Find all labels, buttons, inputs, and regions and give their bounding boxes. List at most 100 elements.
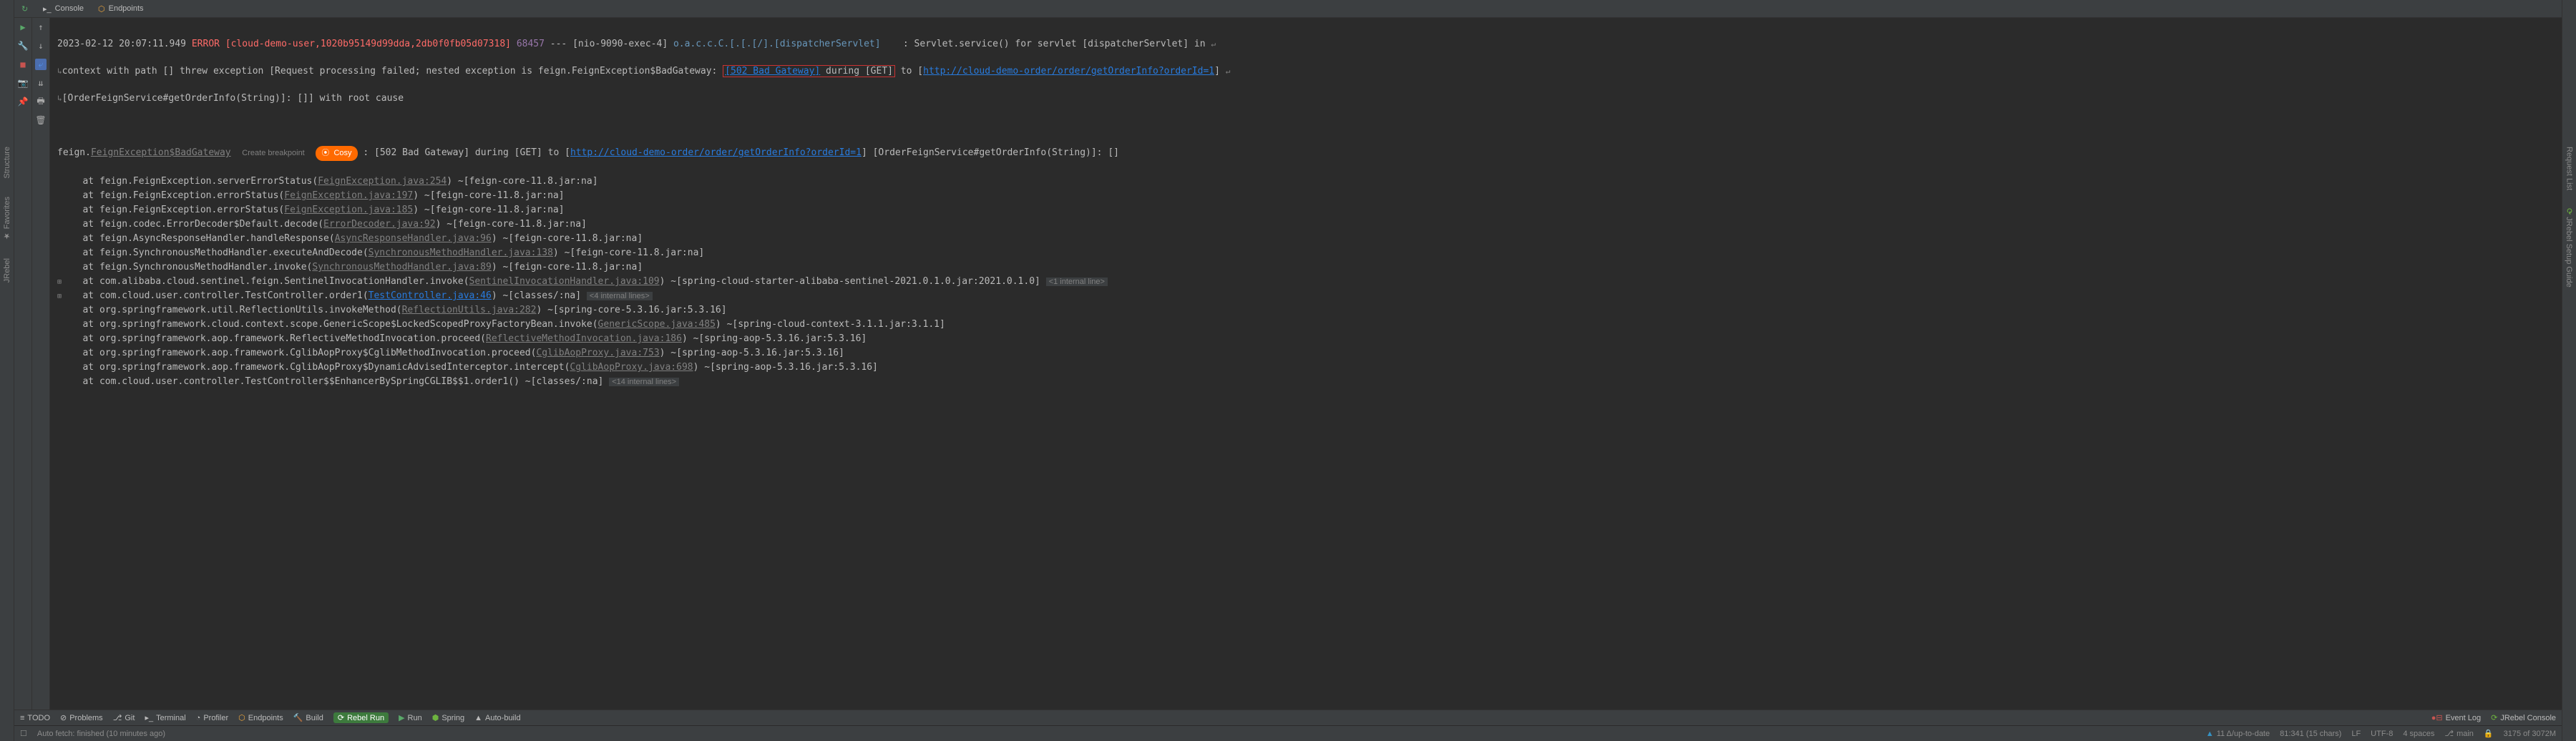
error-highlight-box: [502 Bad Gateway] during [GET] [723,65,895,77]
terminal-icon: ▸_ [43,4,52,14]
wrench-icon[interactable]: 🔧 [17,40,29,51]
cosy-badge[interactable]: ⦿ Cosy [316,146,357,161]
git-branch[interactable]: ⎇ main [2444,729,2474,738]
terminal-tab[interactable]: ▸_ Terminal [145,713,185,722]
problems-tab[interactable]: ⊘ Problems [60,713,103,722]
feign-url-link[interactable]: http://cloud-demo-order/order/getOrderIn… [923,66,1214,77]
favorites-tab[interactable]: ★ Favorites [2,193,11,244]
source-link[interactable]: SentinelInvocationHandler.java:109 [469,276,660,287]
exception-class-link[interactable]: FeignException$BadGateway [91,147,231,158]
endpoints-bottom-tab[interactable]: ⬡ Endpoints [238,713,283,722]
stack-frame: at feign.codec.ErrorDecoder$Default.deco… [57,217,2555,232]
lock-icon[interactable]: 🔒 [2484,729,2494,738]
line-separator[interactable]: LF [2351,730,2361,738]
stack-frame: at com.cloud.user.controller.TestControl… [57,375,2555,389]
wrap-indicator-icon: ↵ [1211,39,1216,49]
auto-build-tab[interactable]: ▲ Auto-build [474,714,520,722]
todo-tab[interactable]: ≡ TODO [20,714,50,722]
internal-lines-badge[interactable]: <14 internal lines> [609,378,679,386]
endpoints-tab[interactable]: ⬡ Endpoints [98,4,144,14]
memory-indicator[interactable]: 3175 of 3072M [2504,730,2556,738]
stack-frame: at org.springframework.util.ReflectionUt… [57,303,2555,318]
stack-frame: at feign.AsyncResponseHandler.handleResp… [57,232,2555,246]
bad-gateway-link[interactable]: [502 Bad Gateway] [725,66,820,77]
internal-lines-badge[interactable]: <4 internal lines> [587,292,653,300]
stack-frame: at org.springframework.aop.framework.Cgl… [57,360,2555,375]
console-tab-label: Console [55,4,84,13]
up-icon[interactable]: ↑ [35,21,47,33]
caret-position[interactable]: 81:341 (15 chars) [2280,730,2341,738]
status-bar: ☐ Auto fetch: finished (10 minutes ago) … [14,725,2562,741]
log-timestamp: 2023-02-12 20:07:11.949 [57,39,186,49]
request-list-tab[interactable]: Request List [2565,143,2574,194]
rebel-run-tab[interactable]: ⟳ Rebel Run [333,712,389,723]
source-link[interactable]: CglibAopProxy.java:753 [536,348,659,358]
source-link[interactable]: ReflectiveMethodInvocation.java:186 [486,333,682,344]
wrap-indicator-icon: ↵ [1226,67,1231,76]
source-link[interactable]: ReflectionUtils.java:282 [402,305,537,315]
wrap-icon[interactable]: ⤶ [35,59,47,70]
internal-lines-badge[interactable]: <1 internal line> [1046,278,1108,286]
exception-url-link[interactable]: http://cloud-demo-order/order/getOrderIn… [570,147,862,158]
source-link[interactable]: SynchronousMethodHandler.java:138 [369,247,553,258]
endpoints-icon: ⬡ [98,4,105,14]
stack-frame: at org.springframework.aop.framework.Ref… [57,332,2555,346]
log-level: ERROR [192,39,220,49]
source-link[interactable]: TestController.java:46 [369,290,492,301]
trash-icon[interactable]: 🗑 [35,114,47,126]
jrebel-console-tab[interactable]: ⟳ JRebel Console [2491,713,2556,722]
source-link[interactable]: GenericScope.java:485 [598,319,716,330]
stack-frame: ⊞ at com.cloud.user.controller.TestContr… [57,289,2555,303]
stack-frame: at feign.FeignException.serverErrorStatu… [57,175,2555,189]
create-breakpoint-link[interactable]: Create breakpoint [242,149,304,157]
log-thread: [cloud-demo-user,1020b95149d99dda,2db0f0… [225,39,511,49]
source-link[interactable]: CglibAopProxy.java:698 [570,362,693,373]
auto-fetch-status: Auto fetch: finished (10 minutes ago) [37,730,165,738]
pin-icon[interactable]: 📌 [17,96,29,107]
up-to-date-status[interactable]: ▲ 11 Δ/up-to-date [2206,730,2270,738]
bottom-toolbar: ≡ TODO ⊘ Problems ⎇ Git ▸_ Terminal ◔ Pr… [14,710,2562,725]
run-toolbar-2: ↑ ↓ ⤶ ⇊ 🖶 🗑 [32,18,50,710]
rerun-icon[interactable]: ↻ [21,4,28,14]
jrebel-tab[interactable]: JRebel [3,255,11,286]
wrap-continue-icon: ↳ [57,94,62,103]
event-log-tab[interactable]: ●⊟ Event Log [2431,713,2481,722]
left-tool-sidebar: Structure ★ Favorites JRebel [0,0,14,741]
camera-icon[interactable]: 📷 [17,77,29,89]
stack-frame: ⊞ at com.alibaba.cloud.sentinel.feign.Se… [57,275,2555,289]
source-link[interactable]: AsyncResponseHandler.java:96 [335,233,492,244]
console-tabs: ↻ ▸_ Console ⬡ Endpoints [14,0,2562,18]
stack-frame: at feign.FeignException.errorStatus(Feig… [57,203,2555,217]
stop-button[interactable]: ■ [17,59,29,70]
run-tab[interactable]: ▶ Run [399,713,422,722]
stack-frame: at feign.SynchronousMethodHandler.invoke… [57,260,2555,275]
status-icon[interactable]: ☐ [20,729,27,738]
profiler-tab[interactable]: ◔ Profiler [196,714,229,722]
rerun-button[interactable]: ▶ [17,21,29,33]
jrebel-setup-tab[interactable]: ⟳ JRebel Setup Guide [2565,205,2574,291]
encoding-status[interactable]: UTF-8 [2371,730,2393,738]
console-output[interactable]: 2023-02-12 20:07:11.949 ERROR [cloud-dem… [50,18,2562,710]
log-pid: 68457 [517,39,545,49]
stack-frame: at org.springframework.cloud.context.sco… [57,318,2555,332]
print-icon[interactable]: 🖶 [35,96,47,107]
endpoints-tab-label: Endpoints [109,4,144,13]
structure-tab[interactable]: Structure [3,143,11,182]
fold-icon[interactable]: ⊞ [57,290,66,303]
scroll-icon[interactable]: ⇊ [35,77,47,89]
console-tab[interactable]: ▸_ Console [43,4,84,14]
source-link[interactable]: ErrorDecoder.java:92 [323,219,436,230]
spring-tab[interactable]: ⬢ Spring [432,713,464,722]
right-tool-sidebar: Request List ⟳ JRebel Setup Guide [2562,0,2576,741]
stack-frame: at feign.FeignException.errorStatus(Feig… [57,189,2555,203]
indent-status[interactable]: 4 spaces [2403,730,2434,738]
run-toolbar-1: ▶ 🔧 ■ 📷 📌 [14,18,32,710]
source-link[interactable]: FeignException.java:185 [284,205,413,215]
build-tab[interactable]: 🔨 Build [293,713,323,722]
git-tab[interactable]: ⎇ Git [113,713,135,722]
source-link[interactable]: FeignException.java:254 [318,176,447,187]
down-icon[interactable]: ↓ [35,40,47,51]
source-link[interactable]: FeignException.java:197 [284,190,413,201]
fold-icon[interactable]: ⊞ [57,275,66,289]
source-link[interactable]: SynchronousMethodHandler.java:89 [312,262,491,273]
